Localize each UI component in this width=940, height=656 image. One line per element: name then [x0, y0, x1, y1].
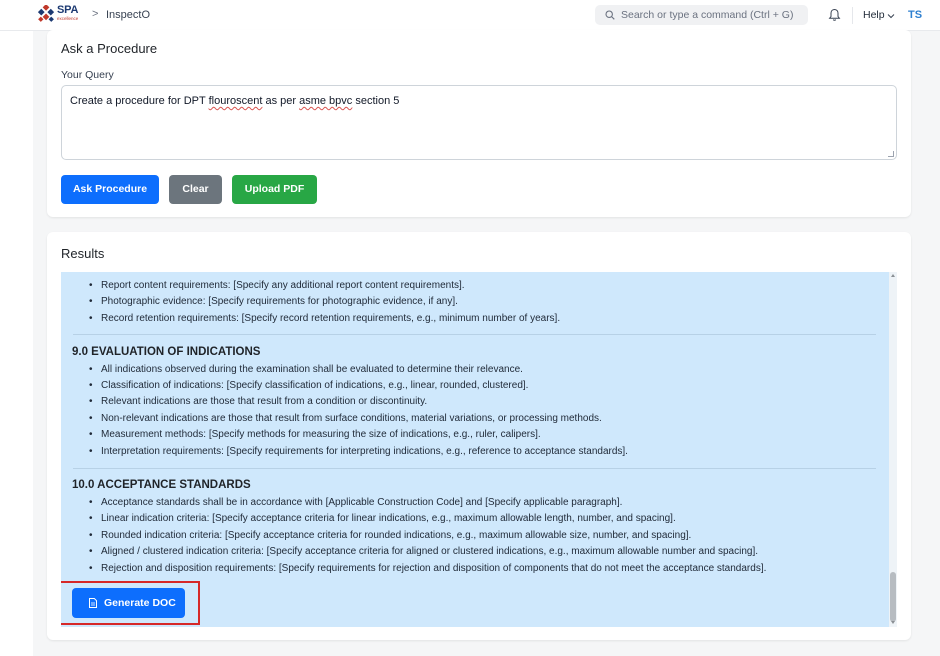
list-item: Measurement methods: [Specify methods fo…	[89, 429, 541, 440]
app-logo[interactable]: SPA excellence	[37, 4, 81, 26]
list-item: Relevant indications are those that resu…	[89, 396, 427, 407]
list-item: Linear indication criteria: [Specify acc…	[89, 513, 676, 524]
scroll-down-arrow-icon[interactable]	[891, 621, 895, 624]
logo-subtext: excellence	[57, 16, 79, 21]
ask-procedure-button[interactable]: Ask Procedure	[61, 175, 159, 204]
results-scrollbar[interactable]	[889, 272, 897, 627]
list-item: Rejection and disposition requirements: …	[89, 563, 766, 574]
generate-doc-button[interactable]: Generate DOC	[72, 588, 185, 618]
list-item: Report content requirements: [Specify an…	[89, 280, 465, 291]
query-textarea[interactable]: Create a procedure for DPT flouroscent a…	[61, 85, 897, 160]
query-text: Create a procedure for DPT flouroscent a…	[70, 95, 400, 107]
generate-doc-label: Generate DOC	[104, 597, 176, 609]
results-title: Results	[61, 246, 105, 261]
navbar-divider	[852, 7, 853, 24]
search-icon	[605, 10, 615, 20]
list-item: Acceptance standards shall be in accorda…	[89, 497, 622, 508]
clear-button[interactable]: Clear	[169, 175, 222, 204]
top-navbar: SPA excellence > InspectO Search or type…	[0, 0, 940, 31]
list-item: All indications observed during the exam…	[89, 364, 523, 375]
list-item: Interpretation requirements: [Specify re…	[89, 446, 628, 457]
command-search[interactable]: Search or type a command (Ctrl + G)	[595, 5, 808, 25]
list-item: Record retention requirements: [Specify …	[89, 313, 560, 324]
breadcrumb-separator-icon: >	[92, 8, 99, 20]
section-heading-acceptance: 10.0 ACCEPTANCE STANDARDS	[72, 479, 251, 491]
list-item: Photographic evidence: [Specify requirem…	[89, 296, 458, 307]
help-menu[interactable]: Help	[863, 9, 885, 21]
ask-procedure-card: Ask a Procedure Your Query Create a proc…	[47, 30, 911, 217]
avatar[interactable]: TS	[904, 6, 926, 24]
scroll-thumb[interactable]	[890, 572, 896, 622]
bell-icon[interactable]	[828, 8, 841, 22]
scroll-up-arrow-icon[interactable]	[891, 274, 895, 277]
logo-text: SPA	[57, 4, 79, 16]
list-item: Non-relevant indications are those that …	[89, 413, 602, 424]
list-item: Classification of indications: [Specify …	[89, 380, 528, 391]
results-scroll-area[interactable]: Report content requirements: [Specify an…	[61, 272, 897, 627]
results-card: Results Report content requirements: [Sp…	[47, 232, 911, 640]
section-divider	[73, 334, 876, 335]
list-item: Aligned / clustered indication criteria:…	[89, 546, 758, 557]
list-item: Rounded indication criteria: [Specify ac…	[89, 530, 691, 541]
search-placeholder: Search or type a command (Ctrl + G)	[621, 9, 794, 21]
breadcrumb-inspecto[interactable]: InspectO	[106, 9, 150, 21]
ask-procedure-title: Ask a Procedure	[61, 41, 158, 56]
section-heading-evaluation: 9.0 EVALUATION OF INDICATIONS	[72, 346, 261, 358]
query-label: Your Query	[61, 69, 114, 81]
chevron-down-icon[interactable]	[887, 12, 895, 20]
section-divider	[73, 468, 876, 469]
textarea-resize-handle[interactable]	[888, 151, 894, 157]
upload-pdf-button[interactable]: Upload PDF	[232, 175, 317, 204]
document-icon	[89, 598, 97, 608]
spa-logo-icon	[37, 5, 55, 22]
